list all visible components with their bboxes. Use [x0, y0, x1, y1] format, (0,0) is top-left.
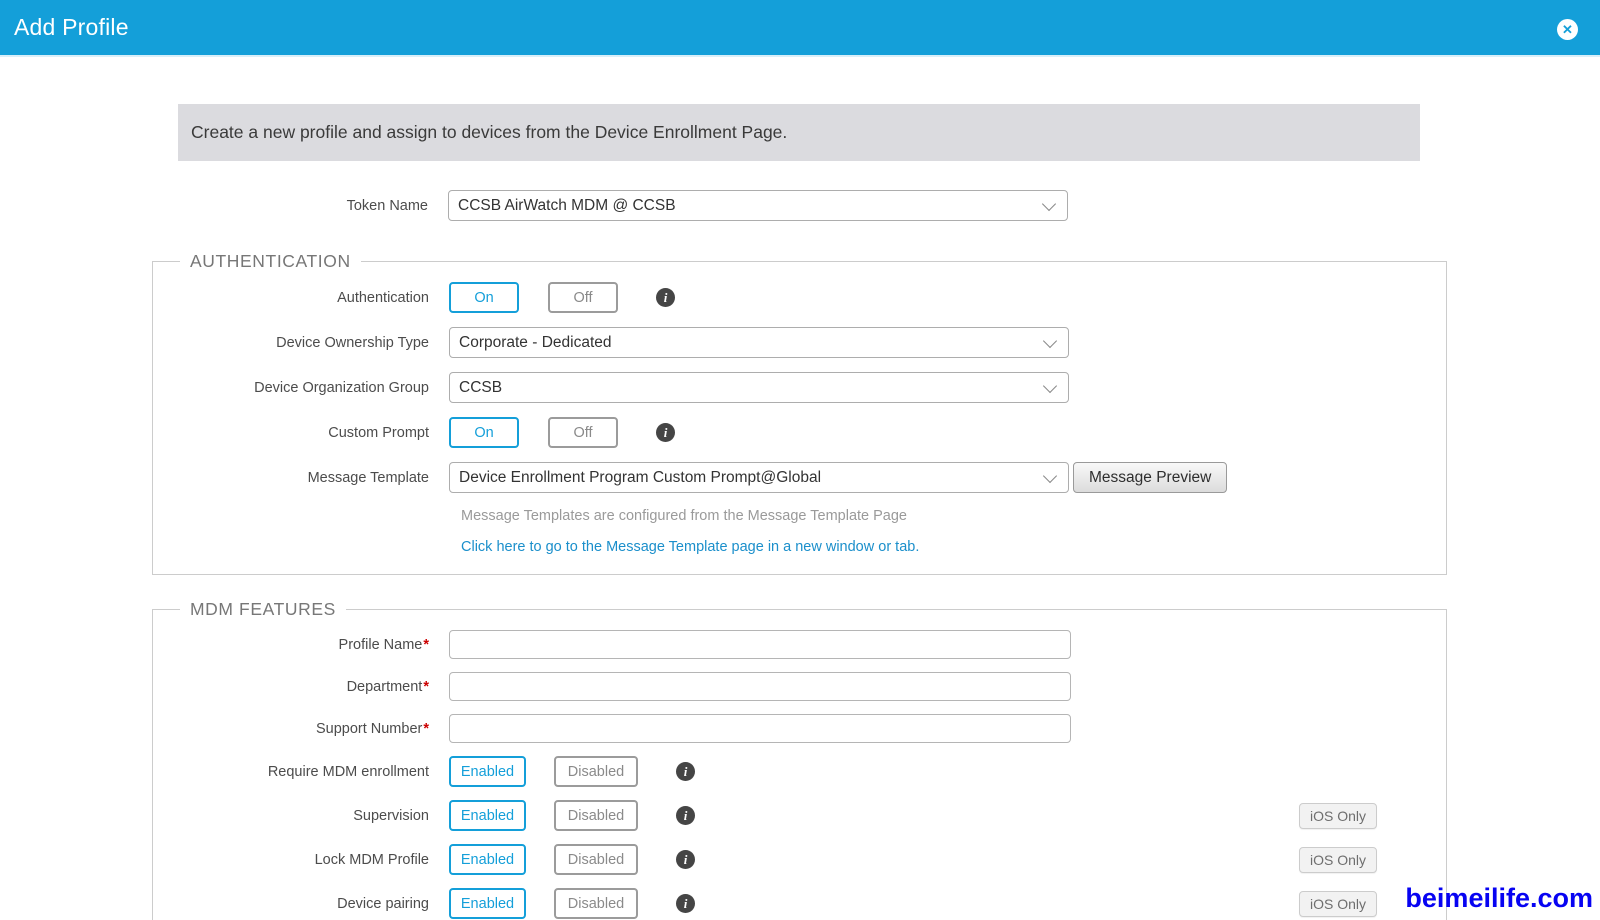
- require-mdm-enrollment-row: Require MDM enrollment Enabled Disabled …: [153, 756, 1446, 787]
- lock-mdm-profile-row: Lock MDM Profile Enabled Disabled i iOS …: [153, 844, 1446, 875]
- token-name-value: CCSB AirWatch MDM @ CCSB: [458, 197, 676, 215]
- message-template-value: Device Enrollment Program Custom Prompt@…: [459, 469, 821, 487]
- department-input[interactable]: [449, 672, 1071, 701]
- device-organization-group-row: Device Organization Group CCSB: [153, 372, 1446, 403]
- message-template-label: Message Template: [153, 470, 449, 486]
- authentication-off-button[interactable]: Off: [548, 282, 618, 313]
- support-number-label: Support Number*: [153, 721, 449, 737]
- ios-only-badge: iOS Only: [1299, 891, 1377, 917]
- info-banner: Create a new profile and assign to devic…: [178, 104, 1420, 161]
- required-marker: *: [423, 637, 429, 653]
- lock-mdm-profile-disabled-button[interactable]: Disabled: [554, 844, 638, 875]
- mdm-features-section: MDM FEATURES Profile Name* Department* S…: [152, 599, 1447, 920]
- message-template-select[interactable]: Device Enrollment Program Custom Prompt@…: [449, 462, 1069, 493]
- device-pairing-row: Device pairing Enabled Disabled i iOS On…: [153, 888, 1446, 919]
- info-banner-text: Create a new profile and assign to devic…: [191, 122, 787, 143]
- support-number-row: Support Number*: [153, 714, 1446, 743]
- require-mdm-enrollment-disabled-button[interactable]: Disabled: [554, 756, 638, 787]
- supervision-enabled-button[interactable]: Enabled: [449, 800, 526, 831]
- message-template-row: Message Template Device Enrollment Progr…: [153, 462, 1446, 493]
- department-row: Department*: [153, 672, 1446, 701]
- authentication-label: Authentication: [153, 290, 449, 306]
- lock-mdm-profile-enabled-button[interactable]: Enabled: [449, 844, 526, 875]
- token-name-label: Token Name: [0, 198, 448, 214]
- chevron-down-icon: [1043, 379, 1057, 393]
- profile-name-input[interactable]: [449, 630, 1071, 659]
- dialog-header: Add Profile ✕: [0, 0, 1600, 57]
- support-number-input[interactable]: [449, 714, 1071, 743]
- info-icon[interactable]: i: [676, 894, 695, 913]
- device-ownership-type-label: Device Ownership Type: [153, 335, 449, 351]
- token-name-row: Token Name CCSB AirWatch MDM @ CCSB: [0, 190, 1600, 221]
- info-icon[interactable]: i: [676, 850, 695, 869]
- device-ownership-type-row: Device Ownership Type Corporate - Dedica…: [153, 327, 1446, 358]
- supervision-disabled-button[interactable]: Disabled: [554, 800, 638, 831]
- info-icon[interactable]: i: [656, 288, 675, 307]
- message-template-link[interactable]: Click here to go to the Message Template…: [461, 539, 919, 555]
- info-icon[interactable]: i: [656, 423, 675, 442]
- device-pairing-enabled-button[interactable]: Enabled: [449, 888, 526, 919]
- chevron-down-icon: [1042, 197, 1056, 211]
- mdm-features-legend: MDM FEATURES: [180, 599, 346, 620]
- message-preview-button[interactable]: Message Preview: [1073, 462, 1227, 493]
- device-organization-group-value: CCSB: [459, 379, 502, 397]
- lock-mdm-profile-label: Lock MDM Profile: [153, 852, 449, 868]
- profile-name-row: Profile Name*: [153, 630, 1446, 659]
- authentication-row: Authentication On Off i: [153, 282, 1446, 313]
- require-mdm-enrollment-enabled-button[interactable]: Enabled: [449, 756, 526, 787]
- device-organization-group-select[interactable]: CCSB: [449, 372, 1069, 403]
- device-pairing-label: Device pairing: [153, 896, 449, 912]
- require-mdm-enrollment-label: Require MDM enrollment: [153, 764, 449, 780]
- message-template-helper-row: Message Templates are configured from th…: [461, 507, 1446, 525]
- token-name-select[interactable]: CCSB AirWatch MDM @ CCSB: [448, 190, 1068, 221]
- profile-name-label: Profile Name*: [153, 637, 449, 653]
- device-ownership-type-value: Corporate - Dedicated: [459, 334, 612, 352]
- required-marker: *: [423, 721, 429, 737]
- custom-prompt-on-button[interactable]: On: [449, 417, 519, 448]
- custom-prompt-off-button[interactable]: Off: [548, 417, 618, 448]
- required-marker: *: [423, 679, 429, 695]
- ios-only-badge: iOS Only: [1299, 847, 1377, 873]
- supervision-label: Supervision: [153, 808, 449, 824]
- ios-only-badge: iOS Only: [1299, 803, 1377, 829]
- device-ownership-type-select[interactable]: Corporate - Dedicated: [449, 327, 1069, 358]
- device-pairing-disabled-button[interactable]: Disabled: [554, 888, 638, 919]
- message-template-link-row: Click here to go to the Message Template…: [461, 538, 1446, 556]
- page-title: Add Profile: [14, 14, 129, 41]
- department-label: Department*: [153, 679, 449, 695]
- authentication-legend: AUTHENTICATION: [180, 251, 361, 272]
- authentication-on-button[interactable]: On: [449, 282, 519, 313]
- info-icon[interactable]: i: [676, 762, 695, 781]
- chevron-down-icon: [1043, 469, 1057, 483]
- custom-prompt-label: Custom Prompt: [153, 425, 449, 441]
- message-template-helper-text: Message Templates are configured from th…: [461, 508, 907, 524]
- supervision-row: Supervision Enabled Disabled i iOS Only: [153, 800, 1446, 831]
- close-icon[interactable]: ✕: [1557, 19, 1578, 40]
- watermark-text: beimeilife.com: [1405, 883, 1593, 914]
- add-profile-dialog: Add Profile ✕ Create a new profile and a…: [0, 0, 1600, 920]
- device-organization-group-label: Device Organization Group: [153, 380, 449, 396]
- chevron-down-icon: [1043, 334, 1057, 348]
- custom-prompt-row: Custom Prompt On Off i: [153, 417, 1446, 448]
- authentication-section: AUTHENTICATION Authentication On Off i D…: [152, 251, 1447, 575]
- info-icon[interactable]: i: [676, 806, 695, 825]
